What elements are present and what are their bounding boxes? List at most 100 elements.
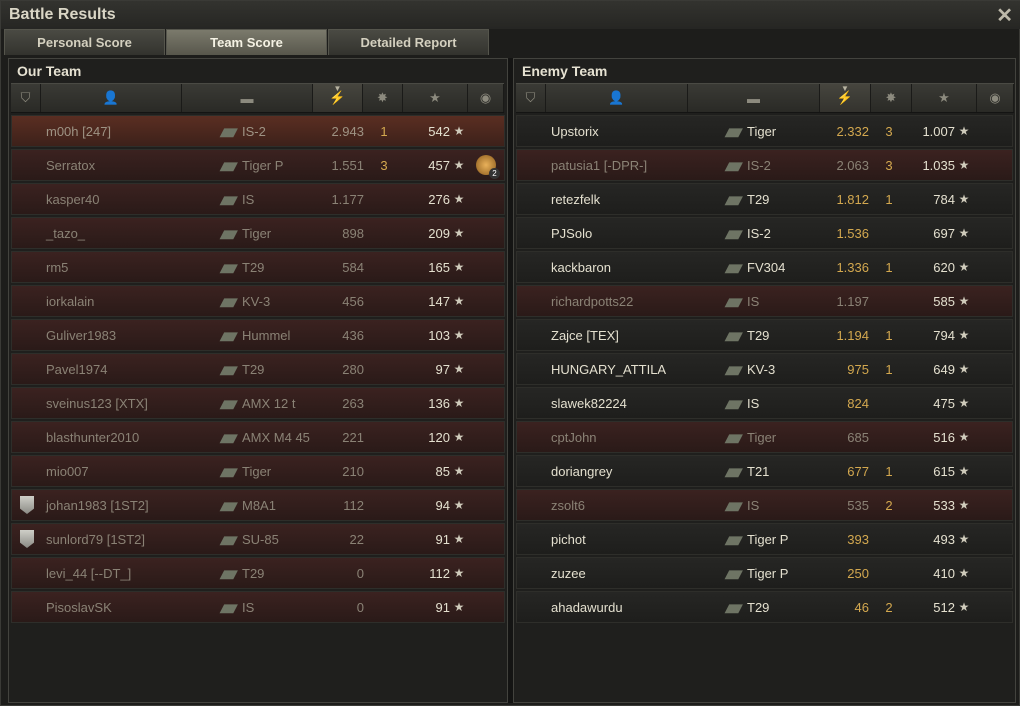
tank-name: Tiger P — [747, 531, 789, 547]
player-row[interactable]: cptJohn ▰ Tiger 685 516 ★ — [516, 421, 1013, 453]
medal-icon[interactable]: ◉ — [977, 84, 1014, 112]
tank-icon[interactable]: ▬ — [182, 84, 313, 112]
damage-value: 898 — [342, 225, 364, 241]
tank-name: IS — [747, 293, 760, 309]
tank-icon: ▰ — [219, 287, 238, 315]
player-row[interactable]: sunlord79 [1ST2] ▰ SU-85 22 91 ★ — [11, 523, 505, 555]
damage-value: 250 — [847, 565, 869, 581]
damage-value: 112 — [343, 497, 364, 513]
player-row[interactable]: retezfelk ▰ T29 1.812 1 784 ★ — [516, 183, 1013, 215]
kills-icon[interactable]: ✸ — [363, 84, 403, 112]
damage-value: 685 — [847, 429, 869, 445]
star-icon: ★ — [453, 464, 465, 478]
xp-icon[interactable]: ★ — [403, 84, 468, 112]
medal-icon[interactable]: ◉ — [468, 84, 504, 112]
close-icon[interactable]: ✕ — [996, 3, 1013, 28]
player-name: Pavel1974 — [46, 361, 108, 377]
star-icon: ★ — [453, 362, 465, 376]
xp-icon[interactable]: ★ — [912, 84, 977, 112]
player-name: Serratox — [46, 157, 96, 173]
tank-name: Tiger — [747, 123, 777, 139]
player-row[interactable]: _tazo_ ▰ Tiger 898 209 ★ — [11, 217, 505, 249]
damage-icon[interactable]: ⚡ ▼ — [313, 84, 363, 112]
xp-value: 615 — [933, 463, 955, 479]
player-row[interactable]: johan1983 [1ST2] ▰ M8A1 112 94 ★ — [11, 489, 505, 521]
damage-value: 2.063 — [836, 157, 869, 173]
player-row[interactable]: levi_44 [--DT_] ▰ T29 0 112 ★ — [11, 557, 505, 589]
player-row[interactable]: PisoslavSK ▰ IS 0 91 ★ — [11, 591, 505, 623]
xp-value: 165 — [428, 259, 450, 275]
tank-name: T29 — [242, 361, 265, 377]
star-icon: ★ — [958, 294, 970, 308]
our-team-title: Our Team — [17, 63, 82, 79]
player-row[interactable]: pichot ▰ Tiger P 393 493 ★ — [516, 523, 1013, 555]
tank-icon: ▰ — [724, 151, 743, 179]
player-row[interactable]: kasper40 ▰ IS 1.177 276 ★ — [11, 183, 505, 215]
star-icon: ★ — [453, 158, 465, 172]
platoon-icon-glyph: ⛉ — [20, 90, 31, 105]
player-name: iorkalain — [46, 293, 95, 309]
tank-name: IS — [747, 395, 760, 411]
player-name: Guliver1983 — [46, 327, 117, 343]
player-row[interactable]: ahadawurdu ▰ T29 46 2 512 ★ — [516, 591, 1013, 623]
player-row[interactable]: doriangrey ▰ T21 677 1 615 ★ — [516, 455, 1013, 487]
tab-team-score[interactable]: Team Score — [166, 29, 327, 55]
player-row[interactable]: iorkalain ▰ KV-3 456 147 ★ — [11, 285, 505, 317]
xp-icon-glyph: ★ — [938, 90, 950, 105]
player-row[interactable]: m00h [247] ▰ IS-2 2.943 1 542 ★ — [11, 115, 505, 147]
star-icon: ★ — [958, 566, 970, 580]
player-row[interactable]: zsolt6 ▰ IS 535 2 533 ★ — [516, 489, 1013, 521]
player-row[interactable]: Upstorix ▰ Tiger 2.332 3 1.007 ★ — [516, 115, 1013, 147]
kills-value: 3 — [380, 157, 388, 173]
tab-detailed-report[interactable]: Detailed Report — [328, 29, 489, 55]
xp-value: 516 — [933, 429, 955, 445]
player-icon[interactable]: 👤 — [546, 84, 688, 112]
player-name: mio007 — [46, 463, 89, 479]
star-icon: ★ — [453, 498, 465, 512]
player-row[interactable]: PJSolo ▰ IS-2 1.536 697 ★ — [516, 217, 1013, 249]
tank-icon-glyph: ▬ — [240, 90, 254, 106]
medal-icon[interactable]: 2 — [476, 155, 500, 179]
platoon-icon[interactable]: ⛉ — [11, 84, 41, 112]
star-icon: ★ — [453, 566, 465, 580]
player-row[interactable]: rm5 ▰ T29 584 165 ★ — [11, 251, 505, 283]
kills-icon[interactable]: ✸ — [871, 84, 912, 112]
tank-icon[interactable]: ▬ — [688, 84, 820, 112]
player-row[interactable]: blasthunter2010 ▰ AMX M4 45 221 120 ★ — [11, 421, 505, 453]
player-row[interactable]: richardpotts22 ▰ IS 1.197 585 ★ — [516, 285, 1013, 317]
star-icon: ★ — [958, 124, 970, 138]
tank-name: KV-3 — [747, 361, 776, 377]
star-icon: ★ — [453, 430, 465, 444]
tank-name: T29 — [242, 565, 265, 581]
kills-value: 1 — [885, 327, 893, 343]
tank-name: Hummel — [242, 327, 291, 343]
player-name: blasthunter2010 — [46, 429, 140, 445]
player-row[interactable]: slawek82224 ▰ IS 824 475 ★ — [516, 387, 1013, 419]
damage-icon[interactable]: ⚡ ▼ — [820, 84, 871, 112]
player-row[interactable]: patusia1 [-DPR-] ▰ IS-2 2.063 3 1.035 ★ — [516, 149, 1013, 181]
star-icon: ★ — [958, 532, 970, 546]
tab-personal-score[interactable]: Personal Score — [4, 29, 165, 55]
player-row[interactable]: Serratox ▰ Tiger P 1.551 3 457 ★ 2 — [11, 149, 505, 181]
tank-name: IS-2 — [242, 123, 266, 139]
player-row[interactable]: zuzee ▰ Tiger P 250 410 ★ — [516, 557, 1013, 589]
player-icon[interactable]: 👤 — [41, 84, 182, 112]
xp-value: 276 — [428, 191, 450, 207]
player-name: Zajce [TEX] — [551, 327, 619, 343]
platoon-cell — [12, 496, 42, 514]
player-row[interactable]: sveinus123 [XTX] ▰ AMX 12 t 263 136 ★ — [11, 387, 505, 419]
platoon-icon[interactable]: ⛉ — [516, 84, 546, 112]
player-row[interactable]: kackbaron ▰ FV304 1.336 1 620 ★ — [516, 251, 1013, 283]
player-row[interactable]: Guliver1983 ▰ Hummel 436 103 ★ — [11, 319, 505, 351]
xp-value: 1.035 — [922, 157, 955, 173]
platoon-badge-icon — [20, 496, 34, 514]
xp-value: 512 — [933, 599, 955, 615]
player-row[interactable]: HUNGARY_ATTILA ▰ KV-3 975 1 649 ★ — [516, 353, 1013, 385]
player-row[interactable]: Zajce [TEX] ▰ T29 1.194 1 794 ★ — [516, 319, 1013, 351]
star-icon: ★ — [453, 532, 465, 546]
player-row[interactable]: mio007 ▰ Tiger 210 85 ★ — [11, 455, 505, 487]
damage-value: 393 — [847, 531, 869, 547]
tank-icon: ▰ — [219, 219, 238, 247]
player-row[interactable]: Pavel1974 ▰ T29 280 97 ★ — [11, 353, 505, 385]
player-name: levi_44 [--DT_] — [46, 565, 132, 581]
